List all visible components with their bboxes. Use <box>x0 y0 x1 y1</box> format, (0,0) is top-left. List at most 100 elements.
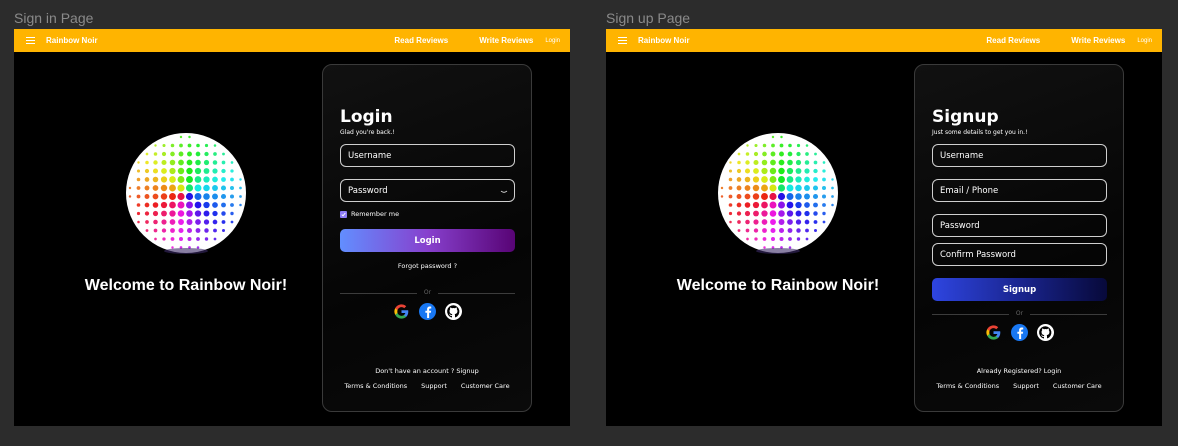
signup-button[interactable]: Signup <box>932 278 1107 301</box>
github-icon[interactable] <box>1037 324 1054 341</box>
username-field[interactable]: Username <box>932 144 1107 167</box>
ball-dot <box>744 176 751 183</box>
ball-dot <box>203 168 210 174</box>
ball-dot <box>152 202 159 208</box>
ball-dot <box>778 167 785 175</box>
terms-link[interactable]: Terms & Conditions <box>344 382 407 390</box>
ball-dot <box>178 159 184 166</box>
ball-dot <box>752 201 760 209</box>
ball-dot <box>152 193 159 200</box>
login-link[interactable]: Already Registered? Login <box>915 367 1123 375</box>
ball-dot <box>128 186 132 190</box>
ball-dot <box>136 203 141 207</box>
ball-dot <box>160 201 168 209</box>
ball-dot <box>194 184 202 192</box>
ball-dot <box>813 168 818 174</box>
ball-dot <box>804 160 810 165</box>
ball-dot <box>771 135 775 139</box>
remember-label: Remember me <box>351 210 400 218</box>
ball-dot <box>194 176 202 183</box>
hero: Welcome to Rainbow Noir! <box>66 129 306 295</box>
ball-dot <box>831 203 834 207</box>
ball-dot <box>822 161 826 164</box>
ball-dot <box>753 159 759 166</box>
ball-dot <box>746 144 749 147</box>
signin-frame: Rainbow Noir Read Reviews Write Reviews … <box>14 29 570 426</box>
nav-write-reviews[interactable]: Write Reviews <box>1071 36 1125 45</box>
ball-dot <box>203 193 210 200</box>
ball-dot <box>194 193 202 200</box>
support-link[interactable]: Support <box>421 382 447 390</box>
customer-care-link[interactable]: Customer Care <box>1053 382 1102 390</box>
ball-dot <box>169 193 176 200</box>
ball-dot <box>787 159 793 166</box>
ball-dot <box>230 161 234 164</box>
google-icon[interactable] <box>393 303 410 320</box>
ball-dot <box>204 237 209 241</box>
ball-dot <box>737 229 741 232</box>
ball-dot <box>229 194 235 199</box>
remember-checkbox[interactable] <box>340 210 347 218</box>
facebook-icon[interactable] <box>419 303 436 320</box>
login-button[interactable]: Login <box>340 229 515 252</box>
terms-link[interactable]: Terms & Conditions <box>936 382 999 390</box>
ball-dot <box>814 229 817 232</box>
nav-read-reviews[interactable]: Read Reviews <box>986 36 1040 45</box>
ball-dot <box>763 246 766 249</box>
ball-dot <box>728 169 733 173</box>
ball-dot <box>161 219 167 225</box>
ball-dot <box>822 186 826 190</box>
brand-name[interactable]: Rainbow Noir <box>638 36 690 45</box>
remember-me[interactable]: Remember me <box>340 210 399 218</box>
password-field[interactable]: Password <box>340 179 515 202</box>
hamburger-icon[interactable] <box>24 35 36 47</box>
ball-dot <box>822 220 826 224</box>
ball-dot <box>736 194 742 199</box>
ball-dot <box>195 159 201 166</box>
ball-dot <box>213 144 217 147</box>
forgot-password-link[interactable]: Forgot password ? <box>340 262 515 270</box>
ball-dot <box>196 143 200 148</box>
confirm-password-field[interactable]: Confirm Password <box>932 243 1107 266</box>
ball-dot <box>745 152 750 156</box>
nav-read-reviews[interactable]: Read Reviews <box>394 36 448 45</box>
customer-care-link[interactable]: Customer Care <box>461 382 510 390</box>
email-phone-field[interactable]: Email / Phone <box>932 179 1107 202</box>
footer-links: Terms & Conditions Support Customer Care <box>323 382 531 390</box>
signup-link[interactable]: Don't have an account ? Signup <box>323 367 531 375</box>
ball-dot <box>154 144 157 147</box>
ball-dot <box>186 176 193 183</box>
brand-name[interactable]: Rainbow Noir <box>46 36 98 45</box>
ball-dot <box>186 201 193 209</box>
ball-dot <box>177 210 185 217</box>
ball-dot <box>212 210 218 217</box>
ball-dot <box>779 143 784 148</box>
ball-dot <box>821 194 827 199</box>
hamburger-icon[interactable] <box>616 35 628 47</box>
nav-write-reviews[interactable]: Write Reviews <box>479 36 533 45</box>
ball-dot <box>769 210 777 217</box>
support-link[interactable]: Support <box>1013 382 1039 390</box>
ball-dot <box>795 176 802 183</box>
ball-dot <box>736 168 742 174</box>
ball-dot <box>753 151 759 157</box>
ball-dot <box>145 160 149 165</box>
facebook-icon[interactable] <box>1011 324 1028 341</box>
ball-dot <box>230 186 234 190</box>
eye-icon[interactable] <box>500 187 508 195</box>
github-icon[interactable] <box>445 303 462 320</box>
ball-dot <box>736 177 742 182</box>
ball-dot <box>770 159 776 166</box>
username-field[interactable]: Username <box>340 144 515 167</box>
google-icon[interactable] <box>985 324 1002 341</box>
ball-dot <box>804 176 810 183</box>
nav-login[interactable]: Login <box>545 38 560 44</box>
ball-dot <box>822 211 826 216</box>
ball-dot <box>737 160 741 165</box>
ball-dot <box>778 219 785 225</box>
password-field[interactable]: Password <box>932 214 1107 237</box>
nav-login[interactable]: Login <box>1137 38 1152 44</box>
welcome-heading: Welcome to Rainbow Noir! <box>84 277 288 294</box>
ball-dot <box>137 161 140 164</box>
ball-dot <box>805 152 809 156</box>
